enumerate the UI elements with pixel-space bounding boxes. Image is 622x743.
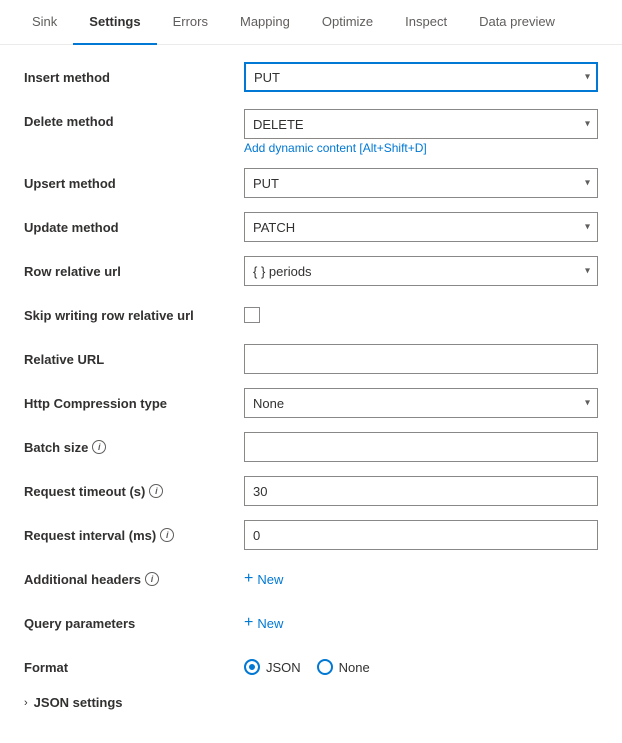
row-relative-url-select-wrapper: { } periods None ▾	[244, 256, 598, 286]
http-compression-row: Http Compression type None GZip Deflate …	[24, 387, 598, 419]
http-compression-control: None GZip Deflate ▾	[244, 388, 598, 418]
tab-inspect[interactable]: Inspect	[389, 0, 463, 45]
format-control: JSON None	[244, 659, 598, 675]
json-settings-row[interactable]: › JSON settings	[24, 695, 598, 710]
tab-sink[interactable]: Sink	[16, 0, 73, 45]
delete-method-label: Delete method	[24, 109, 244, 129]
json-settings-chevron-icon: ›	[24, 697, 28, 709]
additional-headers-plus-icon: +	[244, 571, 253, 587]
update-method-label: Update method	[24, 220, 244, 235]
update-method-select-wrapper: PATCH PUT POST DELETE ▾	[244, 212, 598, 242]
request-timeout-input[interactable]	[244, 476, 598, 506]
delete-method-select[interactable]: DELETE PUT POST PATCH	[244, 109, 598, 139]
row-relative-url-label: Row relative url	[24, 264, 244, 279]
row-relative-url-row: Row relative url { } periods None ▾	[24, 255, 598, 287]
http-compression-label: Http Compression type	[24, 396, 244, 411]
request-timeout-control	[244, 476, 598, 506]
batch-size-input[interactable]	[244, 432, 598, 462]
skip-writing-checkbox[interactable]	[244, 307, 260, 323]
additional-headers-label: Additional headers i	[24, 572, 244, 587]
request-interval-row: Request interval (ms) i	[24, 519, 598, 551]
upsert-method-row: Upsert method PUT POST PATCH DELETE ▾	[24, 167, 598, 199]
tab-bar: Sink Settings Errors Mapping Optimize In…	[0, 0, 622, 45]
insert-method-select-wrapper: PUT POST PATCH DELETE ▾	[244, 62, 598, 92]
tab-errors[interactable]: Errors	[157, 0, 224, 45]
skip-writing-label: Skip writing row relative url	[24, 308, 244, 323]
skip-writing-control	[244, 307, 598, 324]
upsert-method-select-wrapper: PUT POST PATCH DELETE ▾	[244, 168, 598, 198]
upsert-method-control: PUT POST PATCH DELETE ▾	[244, 168, 598, 198]
query-parameters-label: Query parameters	[24, 616, 244, 631]
additional-headers-control: + New	[244, 567, 598, 591]
relative-url-input[interactable]	[244, 344, 598, 374]
request-interval-input[interactable]	[244, 520, 598, 550]
query-parameters-row: Query parameters + New	[24, 607, 598, 639]
request-interval-info-icon[interactable]: i	[160, 528, 174, 542]
delete-method-row: Delete method DELETE PUT POST PATCH ▾ Ad…	[24, 105, 598, 155]
http-compression-select[interactable]: None GZip Deflate	[244, 388, 598, 418]
format-row: Format JSON None	[24, 651, 598, 683]
tab-settings[interactable]: Settings	[73, 0, 156, 45]
format-none-radio[interactable]	[317, 659, 333, 675]
dynamic-content-link[interactable]: Add dynamic content [Alt+Shift+D]	[244, 141, 598, 155]
insert-method-select[interactable]: PUT POST PATCH DELETE	[244, 62, 598, 92]
delete-method-select-wrapper: DELETE PUT POST PATCH ▾	[244, 109, 598, 139]
relative-url-label: Relative URL	[24, 352, 244, 367]
format-json-option[interactable]: JSON	[244, 659, 301, 675]
format-label: Format	[24, 660, 244, 675]
insert-method-row: Insert method PUT POST PATCH DELETE ▾	[24, 61, 598, 93]
skip-writing-row: Skip writing row relative url	[24, 299, 598, 331]
batch-size-info-icon[interactable]: i	[92, 440, 106, 454]
insert-method-control: PUT POST PATCH DELETE ▾	[244, 62, 598, 92]
upsert-method-select[interactable]: PUT POST PATCH DELETE	[244, 168, 598, 198]
insert-method-label: Insert method	[24, 70, 244, 85]
batch-size-label: Batch size i	[24, 440, 244, 455]
query-parameters-plus-icon: +	[244, 615, 253, 631]
settings-content: Insert method PUT POST PATCH DELETE ▾ De…	[0, 45, 622, 726]
update-method-select[interactable]: PATCH PUT POST DELETE	[244, 212, 598, 242]
format-none-option[interactable]: None	[317, 659, 370, 675]
request-interval-control	[244, 520, 598, 550]
tab-data-preview[interactable]: Data preview	[463, 0, 571, 45]
batch-size-row: Batch size i	[24, 431, 598, 463]
row-relative-url-select[interactable]: { } periods None	[244, 256, 598, 286]
format-json-label: JSON	[266, 660, 301, 675]
additional-headers-new-button[interactable]: + New	[244, 567, 283, 591]
batch-size-control	[244, 432, 598, 462]
json-settings-label: JSON settings	[34, 695, 123, 710]
format-none-label: None	[339, 660, 370, 675]
format-radio-group: JSON None	[244, 659, 598, 675]
format-json-radio[interactable]	[244, 659, 260, 675]
additional-headers-row: Additional headers i + New	[24, 563, 598, 595]
additional-headers-info-icon[interactable]: i	[145, 572, 159, 586]
tab-optimize[interactable]: Optimize	[306, 0, 389, 45]
http-compression-select-wrapper: None GZip Deflate ▾	[244, 388, 598, 418]
request-interval-label: Request interval (ms) i	[24, 528, 244, 543]
row-relative-url-control: { } periods None ▾	[244, 256, 598, 286]
relative-url-control	[244, 344, 598, 374]
request-timeout-row: Request timeout (s) i	[24, 475, 598, 507]
request-timeout-info-icon[interactable]: i	[149, 484, 163, 498]
query-parameters-control: + New	[244, 611, 598, 635]
query-parameters-new-button[interactable]: + New	[244, 611, 283, 635]
update-method-control: PATCH PUT POST DELETE ▾	[244, 212, 598, 242]
delete-method-control: DELETE PUT POST PATCH ▾ Add dynamic cont…	[244, 109, 598, 155]
upsert-method-label: Upsert method	[24, 176, 244, 191]
tab-mapping[interactable]: Mapping	[224, 0, 306, 45]
relative-url-row: Relative URL	[24, 343, 598, 375]
update-method-row: Update method PATCH PUT POST DELETE ▾	[24, 211, 598, 243]
request-timeout-label: Request timeout (s) i	[24, 484, 244, 499]
